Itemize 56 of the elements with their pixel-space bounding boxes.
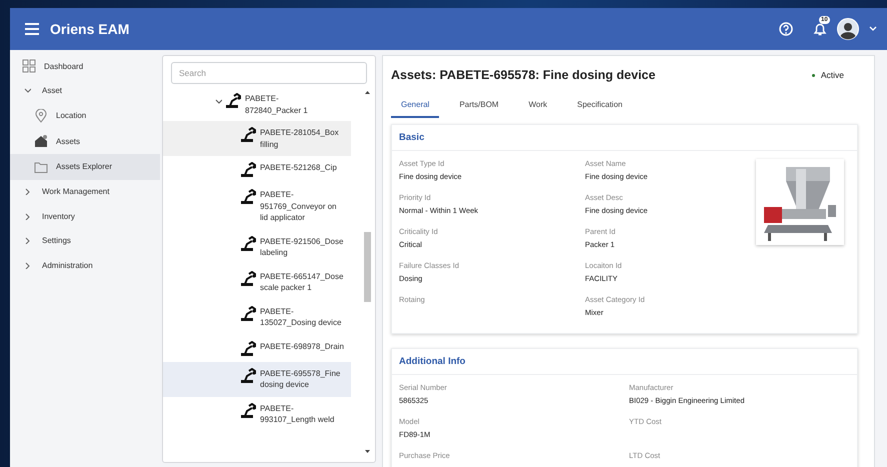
robot-arm-icon [241,306,256,320]
nav-item[interactable]: Administration [10,253,160,278]
bell-icon[interactable] [813,22,827,36]
folder-icon [34,160,48,174]
scroll-up-icon [364,90,370,95]
nav-item[interactable]: Assets [10,128,160,154]
chevron-icon [24,87,31,94]
avatar-icon[interactable] [837,18,859,40]
robot-arm-icon [226,93,241,108]
page-title: Assets: PABETE-695578: Fine dosing device [391,68,656,82]
app-name: Oriens EAM [50,21,130,37]
tree-item[interactable]: PABETE-698978_Drain [163,334,351,362]
tree-item[interactable]: PABETE-281054_Box filling [163,121,351,156]
tree-item[interactable]: PABETE-872840_Packer 1 [163,88,363,121]
house-icon [34,134,48,148]
scroll-down-icon [364,449,370,454]
robot-arm-icon [241,236,256,250]
tab[interactable]: Parts/BOM [449,92,509,118]
robot-arm-icon [241,368,256,382]
dashboard-icon [22,59,36,74]
robot-arm-icon [241,189,256,204]
tree-item[interactable]: PABETE-135027_Dosing device [163,300,351,334]
robot-arm-icon [241,270,256,286]
tree-item[interactable]: PABETE-521268_Cip [163,156,351,183]
nav-item[interactable]: Settings [10,228,160,253]
section-title: Additional Info [392,349,857,375]
chevron-icon [24,188,31,196]
section-title: Basic [392,125,857,151]
nav-item[interactable]: Work Management [10,180,160,204]
help-icon[interactable] [779,22,793,36]
chevron-icon [24,212,31,220]
tree-item[interactable]: PABETE-695578_Fine dosing device [163,362,351,396]
tab[interactable]: General [391,92,440,118]
menu-icon[interactable] [24,22,40,36]
nav-item[interactable]: Assets Explorer [10,154,160,180]
robot-arm-icon [241,162,256,177]
chevron-icon [24,262,31,269]
tree-item[interactable]: PABETE-951769_Conveyor on lid applicator [163,183,351,230]
chevron-icon [24,237,31,244]
tab[interactable]: Work [518,92,558,118]
chevron-icon [215,98,222,105]
tree-item[interactable]: PABETE-665147_Dose scale packer 1 [163,264,351,300]
robot-arm-icon [241,402,256,418]
nav-item[interactable]: Location [10,103,160,128]
nav-item[interactable]: Inventory [10,204,160,228]
nav-item[interactable]: Dashboard [10,54,160,78]
status-label: Active [820,70,844,80]
tree-item[interactable]: PABETE-921506_Dose labeling [163,230,351,264]
tab[interactable]: Specification [567,92,632,118]
scrollbar-thumb[interactable] [364,232,370,302]
location-pin-icon [34,108,48,123]
nav-item[interactable]: Asset [10,78,160,103]
robot-arm-icon [241,127,256,142]
caret-icon [869,26,877,32]
robot-arm-icon [241,340,256,356]
tree-item[interactable]: PABETE-993107_Length weld [163,396,351,432]
